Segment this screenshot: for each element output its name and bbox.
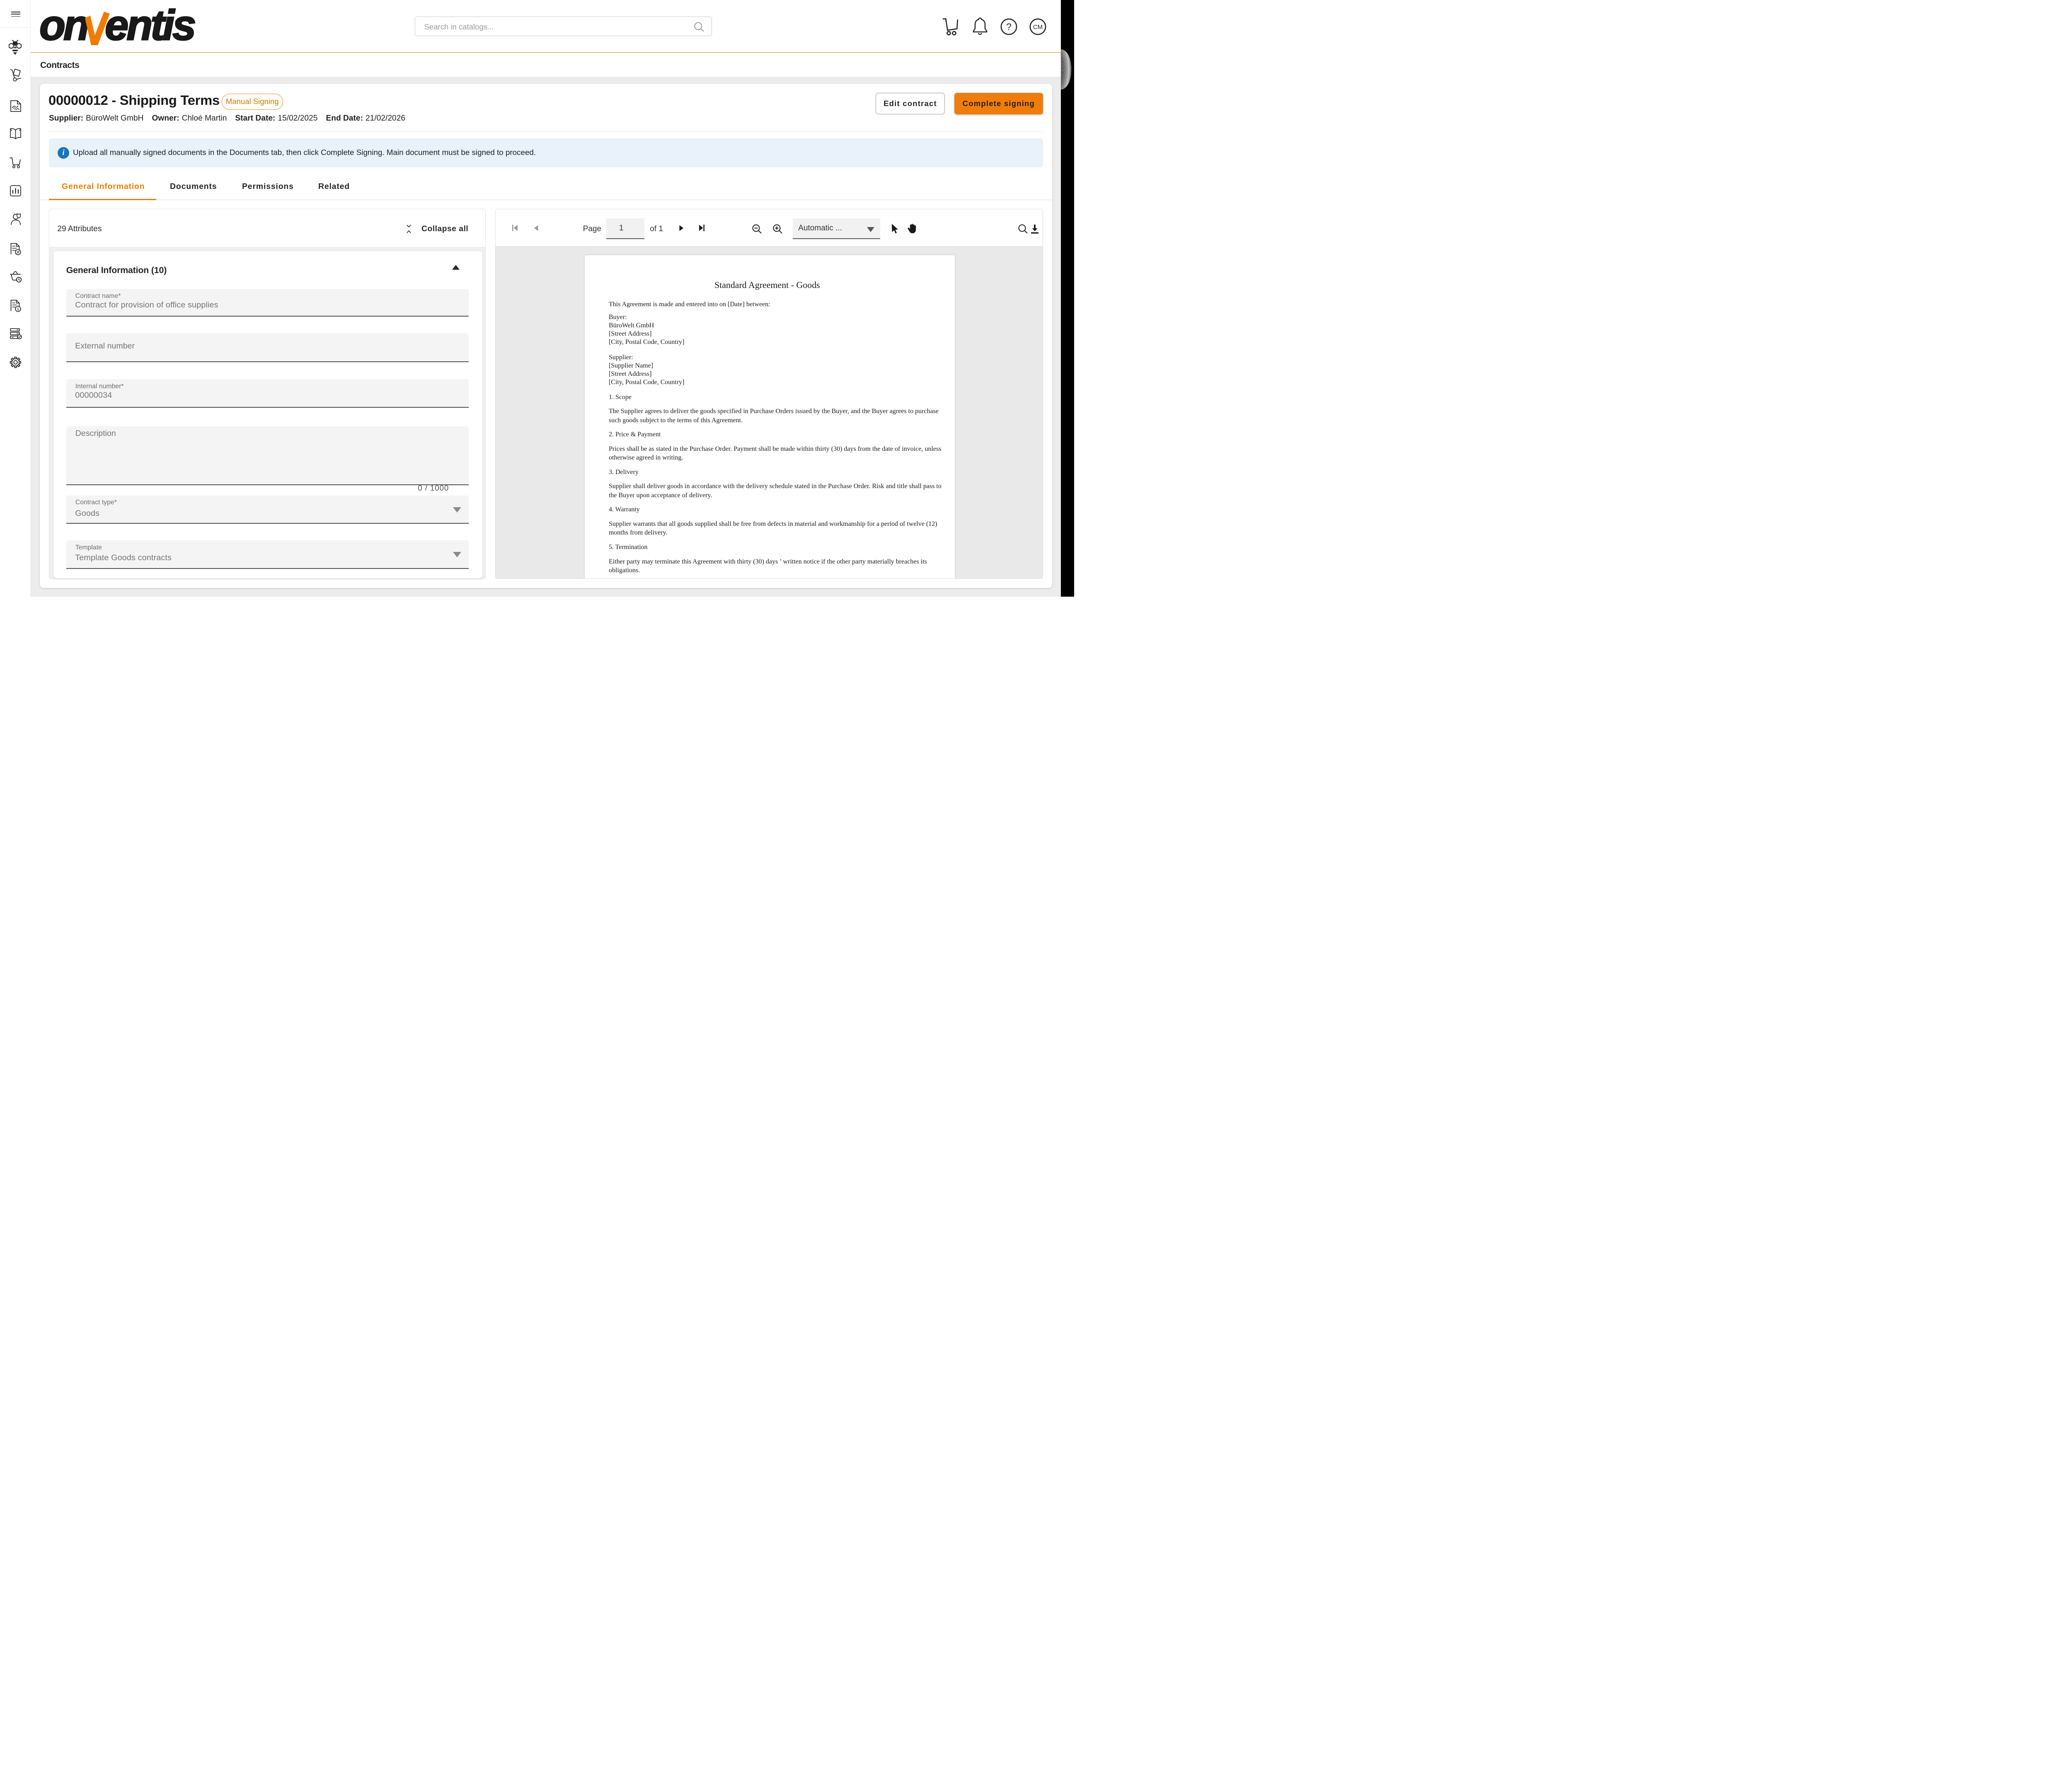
svg-text:?: ?: [1006, 22, 1012, 32]
svg-text:§: §: [17, 307, 19, 311]
svg-text:CM: CM: [1033, 24, 1043, 31]
